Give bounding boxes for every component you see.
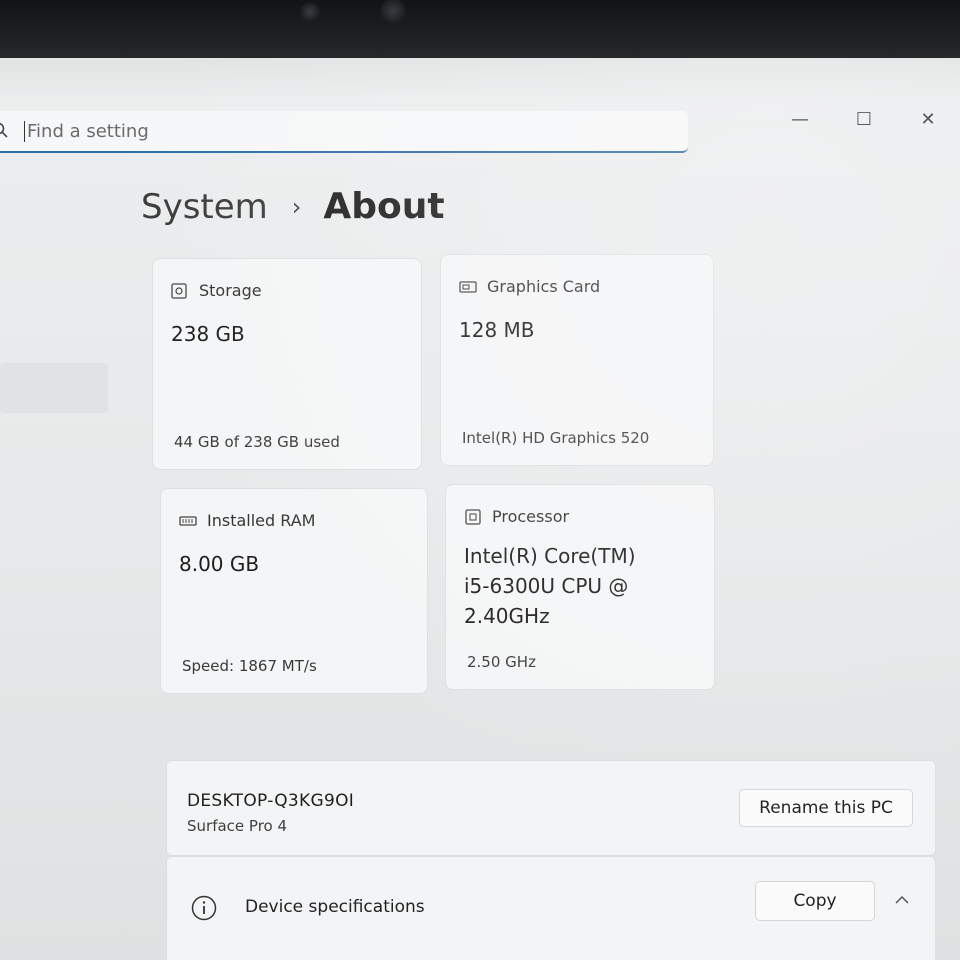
camera-lens-icon	[380, 0, 406, 24]
breadcrumb: System › About	[141, 186, 445, 227]
copy-button[interactable]: Copy	[755, 881, 875, 921]
graphics-card-model: Intel(R) HD Graphics 520	[462, 429, 650, 447]
device-specifications-panel[interactable]: Device specifications Copy	[166, 856, 936, 960]
graphics-card-value: 128 MB	[459, 318, 535, 342]
processor-line: 2.40GHz	[464, 604, 550, 628]
processor-value: Intel(R) Core(TM) i5-6300U CPU @ 2.40GHz	[464, 541, 636, 631]
graphics-card-icon	[459, 280, 477, 293]
close-button[interactable]: ✕	[896, 102, 960, 136]
chevron-up-icon[interactable]	[893, 891, 911, 909]
installed-ram-value: 8.00 GB	[179, 552, 260, 576]
installed-ram-label: Installed RAM	[207, 511, 316, 530]
storage-label: Storage	[199, 281, 262, 300]
search-icon	[0, 122, 8, 138]
device-bezel	[0, 0, 960, 58]
sidebar-item-selected[interactable]	[0, 363, 108, 413]
ram-icon	[179, 515, 197, 526]
pc-model: Surface Pro 4	[187, 817, 288, 835]
search-input[interactable]	[24, 120, 624, 142]
processor-icon	[465, 508, 481, 525]
storage-card[interactable]: Storage 238 GB 44 GB of 238 GB used	[152, 258, 422, 470]
storage-icon	[171, 282, 187, 299]
graphics-card[interactable]: Graphics Card 128 MB Intel(R) HD Graphic…	[440, 254, 714, 466]
breadcrumb-parent-link[interactable]: System	[141, 187, 268, 227]
maximize-button[interactable]: ☐	[832, 102, 896, 136]
settings-window: — ☐ ✕ System › About Storage 238 GB 44 G…	[0, 58, 960, 960]
search-box[interactable]	[0, 111, 688, 153]
processor-card[interactable]: Processor Intel(R) Core(TM) i5-6300U CPU…	[445, 484, 715, 690]
camera-sensor-icon	[300, 2, 320, 22]
breadcrumb-separator-icon: ›	[291, 192, 302, 221]
page-title: About	[323, 186, 445, 227]
storage-value: 238 GB	[171, 322, 245, 346]
title-bar	[0, 58, 960, 96]
installed-ram-card[interactable]: Installed RAM 8.00 GB Speed: 1867 MT/s	[160, 488, 428, 694]
pc-name: DESKTOP-Q3KG9OI	[187, 791, 355, 811]
storage-usage: 44 GB of 238 GB used	[174, 433, 340, 451]
minimize-button[interactable]: —	[768, 102, 832, 136]
rename-pc-button[interactable]: Rename this PC	[739, 789, 913, 827]
pc-name-panel: DESKTOP-Q3KG9OI Surface Pro 4 Rename thi…	[166, 760, 936, 856]
graphics-card-label: Graphics Card	[487, 277, 601, 296]
processor-label: Processor	[492, 507, 570, 526]
device-specifications-label: Device specifications	[245, 897, 425, 917]
processor-speed: 2.50 GHz	[467, 653, 536, 671]
info-icon	[191, 895, 217, 921]
processor-line: Intel(R) Core(TM)	[464, 544, 636, 568]
processor-line: i5-6300U CPU @	[464, 574, 629, 598]
window-controls: — ☐ ✕	[768, 102, 960, 136]
ram-speed: Speed: 1867 MT/s	[182, 657, 317, 675]
